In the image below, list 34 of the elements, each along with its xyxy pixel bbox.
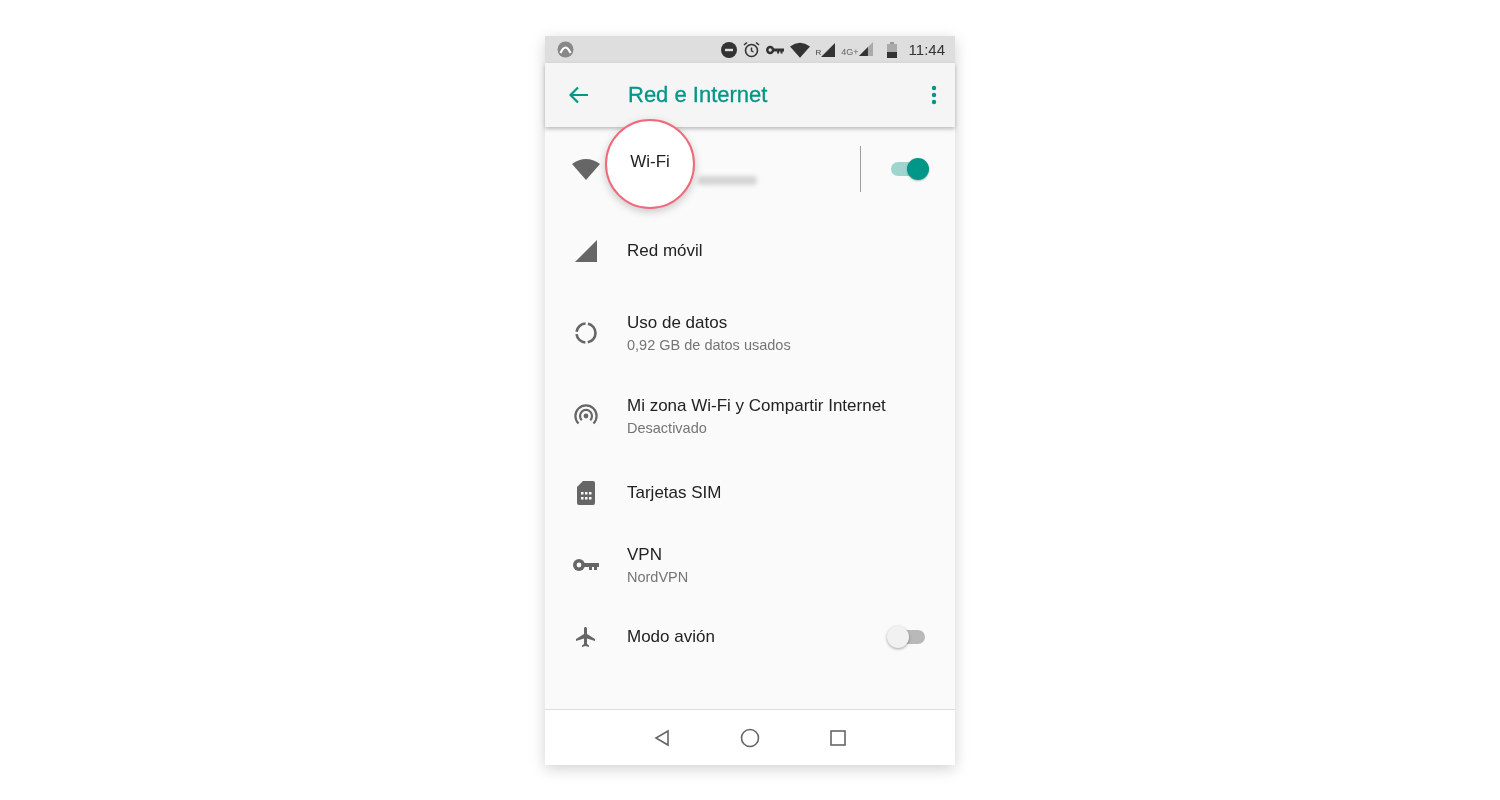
setting-title: Mi zona Wi-Fi y Compartir Internet — [627, 396, 887, 416]
wifi-icon — [572, 158, 600, 180]
screen-title: Red e Internet — [628, 82, 769, 108]
sim-card-icon — [577, 481, 595, 505]
back-triangle-icon — [654, 728, 670, 747]
alarm-clock-icon — [742, 41, 760, 58]
setting-title: Modo avión — [627, 627, 716, 647]
setting-summary: 0,92 GB de datos usados — [627, 337, 792, 353]
airplane-icon — [574, 625, 598, 649]
back-arrow-icon — [569, 86, 589, 104]
wifi-icon — [789, 41, 810, 58]
recents-square-icon — [830, 729, 846, 746]
setting-title: Uso de datos — [627, 313, 729, 333]
do-not-disturb-icon — [720, 41, 737, 58]
signal-icon — [575, 240, 597, 262]
setting-title: VPN — [627, 545, 663, 565]
signal-icon — [858, 42, 873, 56]
setting-summary: Desactivado — [627, 420, 708, 436]
status-time: 11:44 — [908, 41, 945, 58]
key-icon — [765, 44, 784, 55]
blurred-text — [697, 175, 757, 185]
data-usage-icon — [574, 321, 598, 345]
setting-summary: NordVPN — [627, 569, 690, 585]
home-circle-icon — [740, 727, 760, 748]
app-notification-icon — [557, 41, 574, 58]
signal-icon — [821, 42, 836, 57]
setting-title: Red móvil — [627, 241, 704, 261]
more-options-icon — [931, 85, 937, 105]
network-type-label: 4G+ — [841, 47, 859, 57]
roaming-label: R — [815, 47, 822, 57]
setting-title: Wi-Fi — [630, 151, 670, 172]
key-icon — [573, 558, 599, 572]
setting-title: Tarjetas SIM — [627, 483, 723, 503]
battery-icon — [886, 41, 897, 58]
